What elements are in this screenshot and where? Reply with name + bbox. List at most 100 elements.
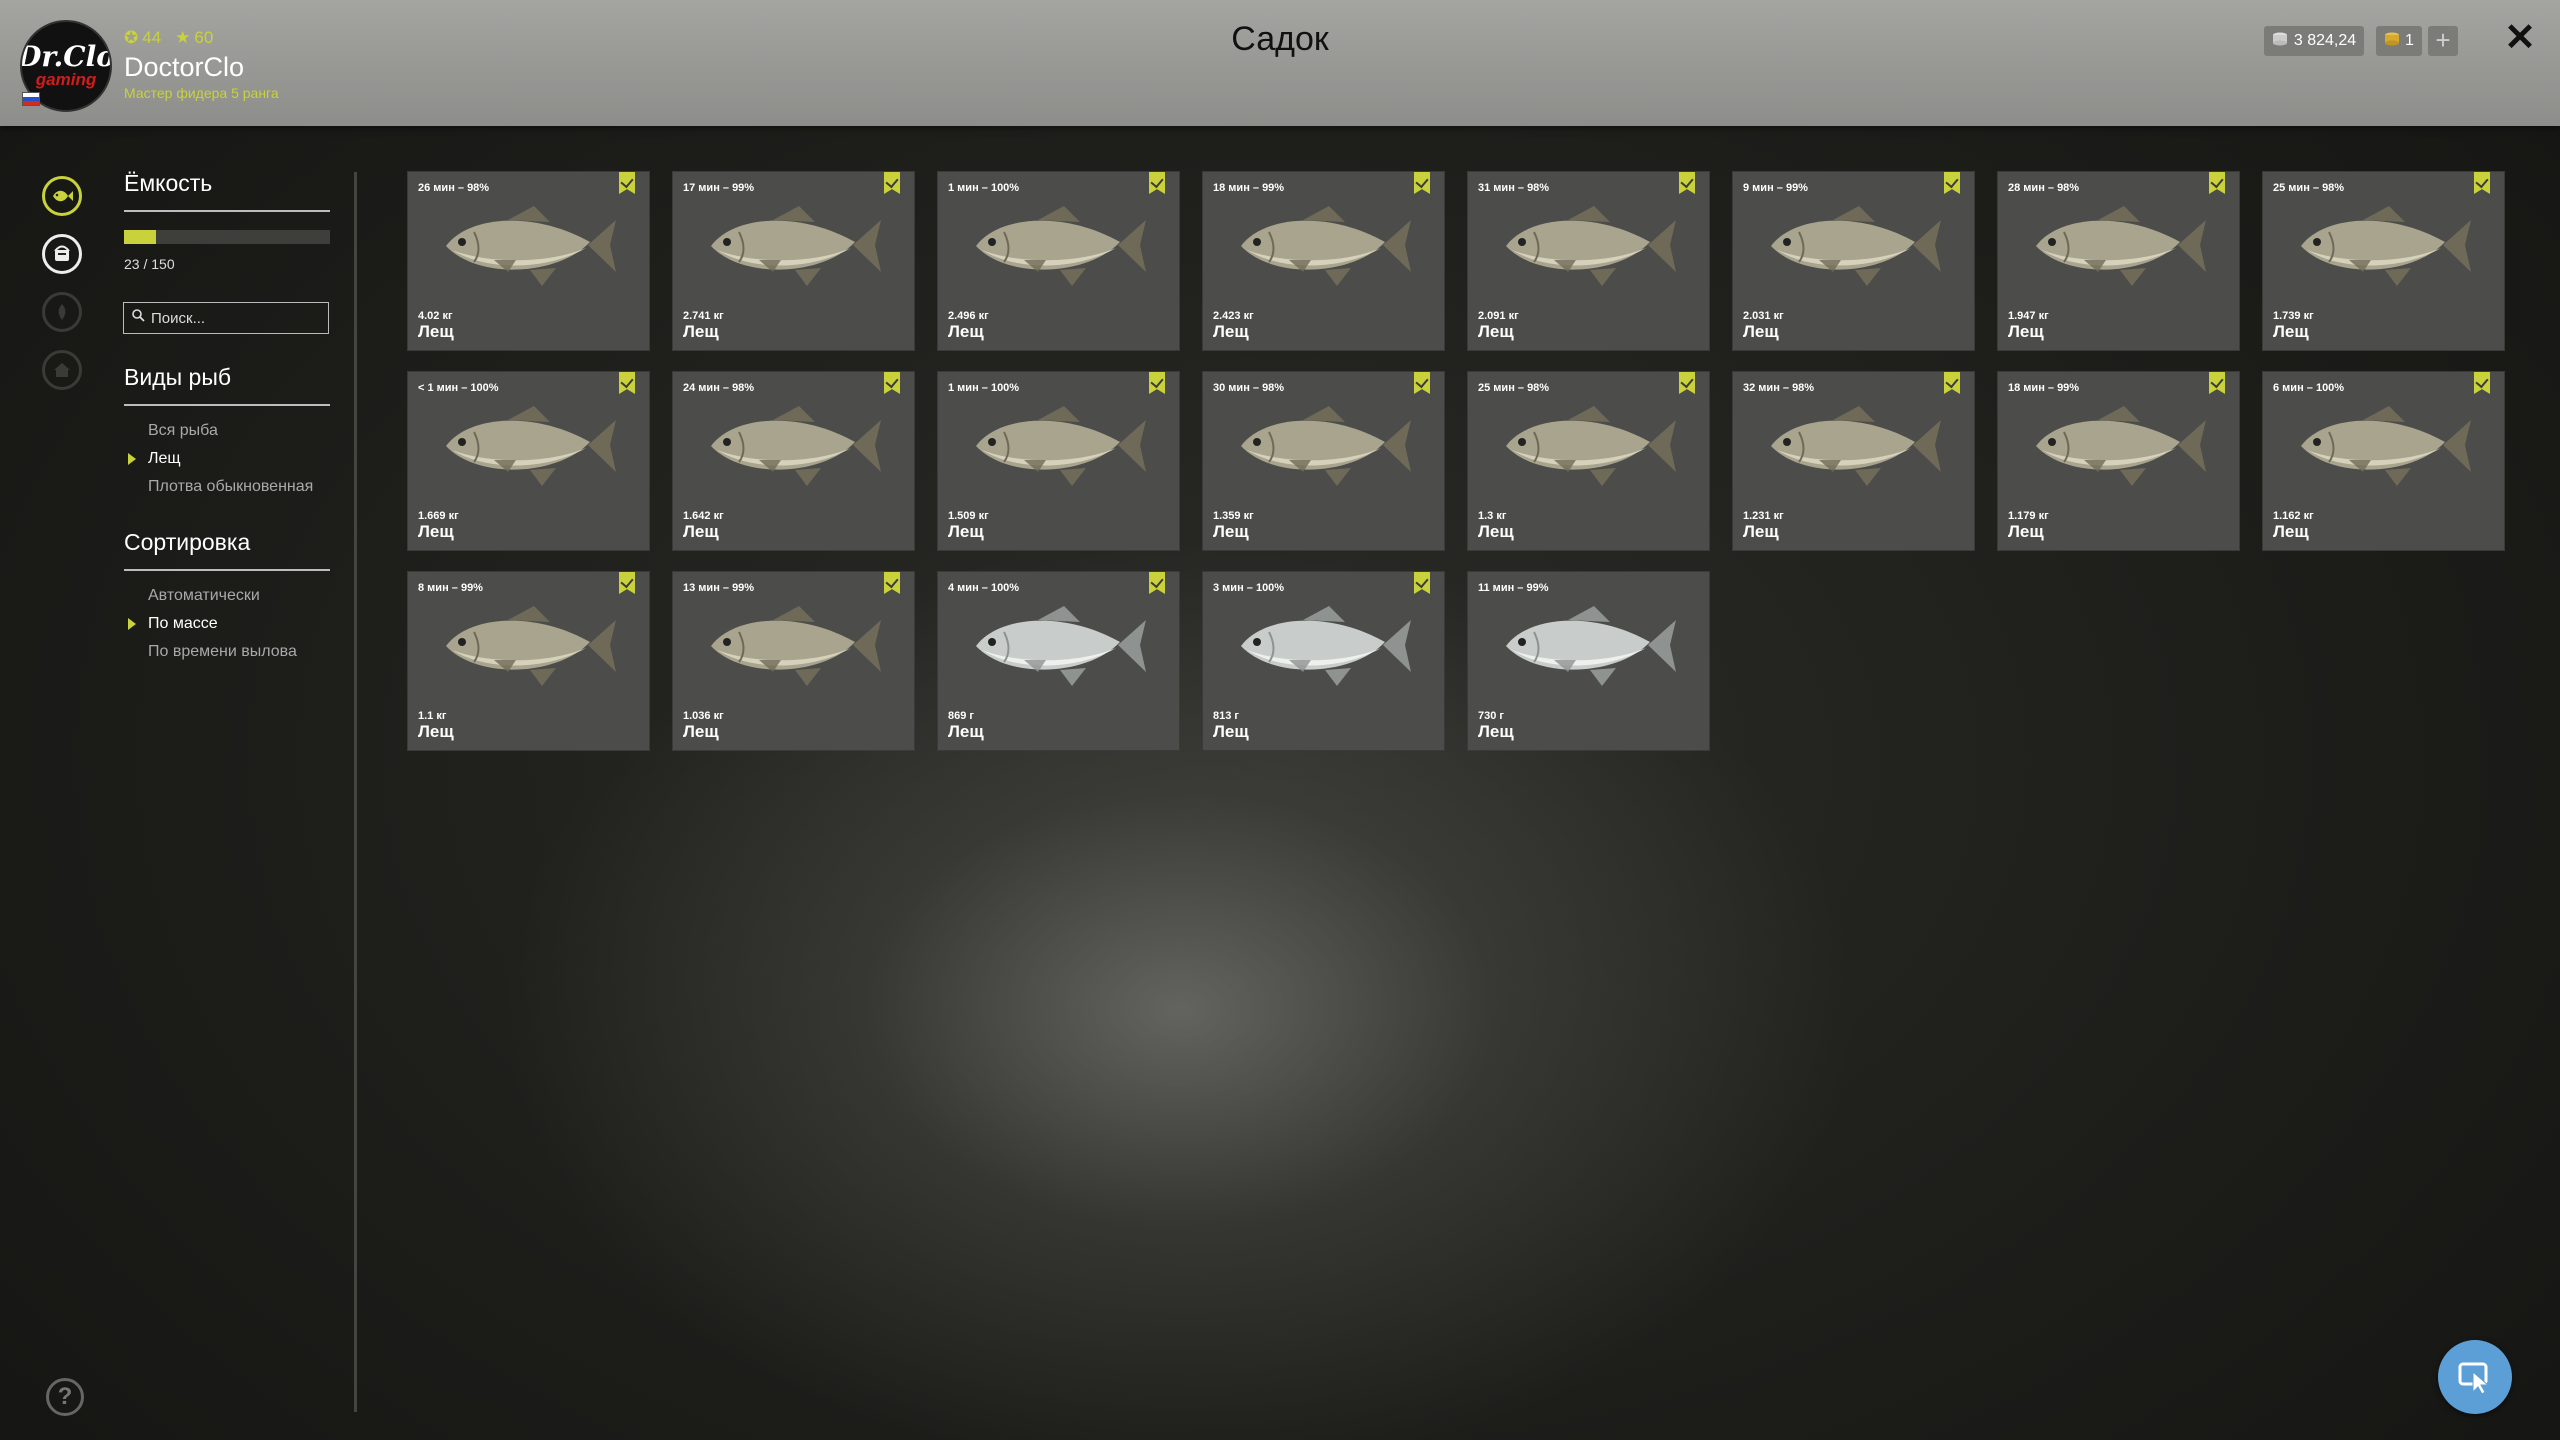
species-option-bream[interactable]: Лещ [128,450,181,468]
fish-card[interactable]: 3 мин – 100% 813 г Лещ [1203,572,1444,750]
bookmark-check-icon[interactable] [619,572,635,594]
bookmark-check-icon[interactable] [1149,572,1165,594]
catch-time-freshness: 9 мин – 99% [1743,182,1808,194]
bookmark-check-icon[interactable] [1414,572,1430,594]
species-option-roach[interactable]: Плотва обыкновенная [148,478,313,496]
fish-card[interactable]: 8 мин – 99% 1.1 кг Лещ [408,572,649,750]
catch-time-freshness: 18 мин – 99% [2008,382,2080,394]
bookmark-check-icon[interactable] [1944,172,1960,194]
fish-name: Лещ [1213,722,1249,741]
silver-amount: 3 824,24 [2293,32,2357,49]
fish-weight: 1.739 кг [2273,310,2314,322]
russia-flag-icon [22,92,40,106]
fish-name: Лещ [683,722,719,741]
sort-option-weight[interactable]: По массе [128,615,218,633]
fish-weight: 2.496 кг [948,310,989,322]
catch-time-freshness: 4 мин – 100% [948,582,1020,594]
search-box[interactable] [123,302,329,334]
fish-name: Лещ [1743,322,1779,341]
help-icon[interactable]: ? [46,1378,84,1416]
fish-weight: 2.741 кг [683,310,724,322]
fish-card[interactable]: 13 мин – 99% 1.036 кг Лещ [673,572,914,750]
add-currency-button[interactable]: + [2428,26,2458,56]
fish-name: Лещ [1743,522,1779,541]
search-icon [132,309,145,327]
fish-card[interactable]: 4 мин – 100% 869 г Лещ [938,572,1179,750]
fish-card[interactable]: 17 мин – 99% 2.741 кг Лещ [673,172,914,350]
bookmark-check-icon[interactable] [2474,172,2490,194]
fish-card[interactable]: 1 мин – 100% 1.509 кг Лещ [938,372,1179,550]
fish-card[interactable]: 30 мин – 98% 1.359 кг Лещ [1203,372,1444,550]
fish-card[interactable]: 25 мин – 98% 1.3 кг Лещ [1468,372,1709,550]
bookmark-check-icon[interactable] [1944,372,1960,394]
bait-bucket-tab-icon[interactable] [42,234,82,274]
fish-card[interactable]: 24 мин – 98% 1.642 кг Лещ [673,372,914,550]
fish-card[interactable]: 32 мин – 98% 1.231 кг Лещ [1733,372,1974,550]
catch-time-freshness: 6 мин – 100% [2273,382,2345,394]
fish-name: Лещ [1478,322,1514,341]
bookmark-check-icon[interactable] [1679,172,1695,194]
bookmark-check-icon[interactable] [2474,372,2490,394]
bream-fish-image [2293,198,2475,292]
fish-card[interactable]: 18 мин – 99% 1.179 кг Лещ [1998,372,2239,550]
fish-name: Лещ [418,322,454,341]
close-button[interactable]: ✕ [2500,16,2540,60]
search-input[interactable] [151,309,321,327]
fish-card[interactable]: 26 мин – 98% 4.02 кг Лещ [408,172,649,350]
sort-title: Сортировка [124,529,251,555]
bookmark-check-icon[interactable] [619,372,635,394]
bookmark-check-icon[interactable] [2209,172,2225,194]
fish-weight: 1.036 кг [683,710,724,722]
keepnet-fish-tab-icon[interactable] [42,176,82,216]
sort-option-catch-time[interactable]: По времени вылова [148,643,297,661]
panel-divider [354,172,357,1412]
fish-weight: 2.423 кг [1213,310,1254,322]
cursor-mode-button[interactable] [2438,1340,2512,1414]
player-rank: Мастер фидера 5 ранга [124,85,279,101]
catch-time-freshness: 24 мин – 98% [683,382,755,394]
bookmark-check-icon[interactable] [1414,172,1430,194]
catch-time-freshness: 28 мин – 98% [2008,182,2080,194]
bookmark-check-icon[interactable] [1679,372,1695,394]
fish-name: Лещ [418,722,454,741]
campfire-tab-icon[interactable] [42,292,82,332]
species-option-label: Вся рыба [148,422,218,439]
catch-time-freshness: 1 мин – 100% [948,182,1020,194]
bookmark-check-icon[interactable] [619,172,635,194]
bookmark-check-icon[interactable] [1149,172,1165,194]
catch-time-freshness: 8 мин – 99% [418,582,483,594]
bookmark-check-icon[interactable] [1414,372,1430,394]
bookmark-check-icon[interactable] [884,172,900,194]
bookmark-check-icon[interactable] [1149,372,1165,394]
fish-grid: 26 мин – 98% 4.02 кг Лещ 17 мин – 99% 2.741 … [408,172,2504,750]
fish-weight: 1.179 кг [2008,510,2049,522]
catch-time-freshness: 3 мин – 100% [1213,582,1285,594]
fish-card[interactable]: < 1 мин – 100% 1.669 кг Лещ [408,372,649,550]
fish-card[interactable]: 28 мин – 98% 1.947 кг Лещ [1998,172,2239,350]
species-option-all[interactable]: Вся рыба [148,422,218,440]
bookmark-check-icon[interactable] [884,572,900,594]
fish-name: Лещ [2008,322,2044,341]
fish-card[interactable]: 18 мин – 99% 2.423 кг Лещ [1203,172,1444,350]
home-tab-icon[interactable] [42,350,82,390]
fish-card[interactable]: 25 мин – 98% 1.739 кг Лещ [2263,172,2504,350]
catch-time-freshness: 1 мин – 100% [948,382,1020,394]
bream-fish-image [1498,598,1680,692]
fish-weight: 1.669 кг [418,510,459,522]
fish-name: Лещ [1213,322,1249,341]
fish-card[interactable]: 6 мин – 100% 1.162 кг Лещ [2263,372,2504,550]
bream-fish-image [1233,598,1415,692]
sort-option-auto[interactable]: Автоматически [148,587,260,605]
catch-time-freshness: 18 мин – 99% [1213,182,1285,194]
fish-weight: 1.509 кг [948,510,989,522]
fish-weight: 869 г [948,710,974,722]
bookmark-check-icon[interactable] [884,372,900,394]
fish-card[interactable]: 9 мин – 99% 2.031 кг Лещ [1733,172,1974,350]
fish-name: Лещ [2273,322,2309,341]
bookmark-check-icon[interactable] [2209,372,2225,394]
catch-time-freshness: < 1 мин – 100% [418,382,499,394]
fish-card[interactable]: 11 мин – 99% 730 г Лещ [1468,572,1709,750]
catch-time-freshness: 13 мин – 99% [683,582,755,594]
fish-card[interactable]: 1 мин – 100% 2.496 кг Лещ [938,172,1179,350]
fish-card[interactable]: 31 мин – 98% 2.091 кг Лещ [1468,172,1709,350]
